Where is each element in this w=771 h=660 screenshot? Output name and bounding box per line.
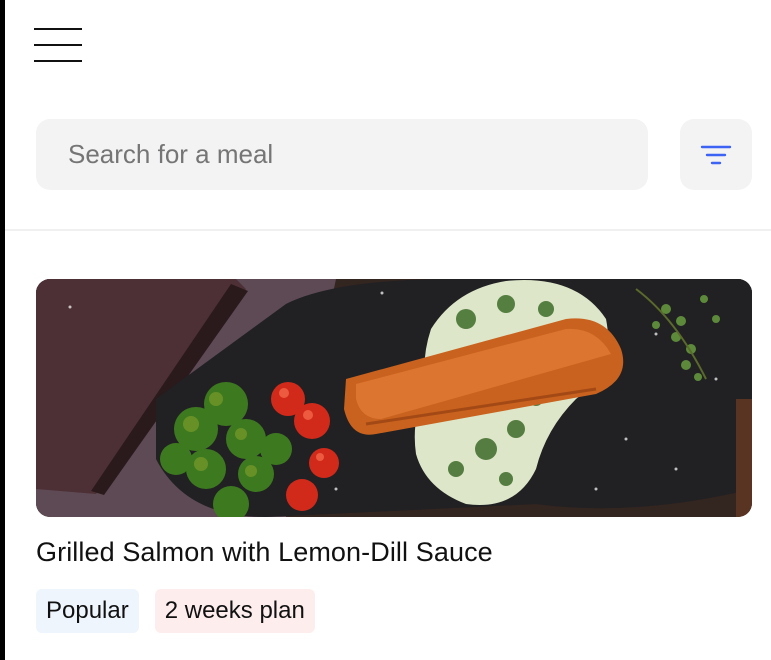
hamburger-menu-icon[interactable] xyxy=(34,28,82,64)
tag-popular: Popular xyxy=(36,589,139,633)
filter-button[interactable] xyxy=(680,119,752,190)
left-edge-bar xyxy=(0,0,5,660)
menu-line xyxy=(34,60,82,62)
tag-plan: 2 weeks plan xyxy=(154,589,315,633)
meal-card[interactable]: Grilled Salmon with Lemon-Dill Sauce Pop… xyxy=(36,279,752,660)
search-input[interactable] xyxy=(68,139,648,170)
divider xyxy=(5,229,771,231)
menu-line xyxy=(34,44,82,46)
meal-image[interactable] xyxy=(36,279,752,517)
menu-line xyxy=(34,28,82,30)
meal-title: Grilled Salmon with Lemon-Dill Sauce xyxy=(36,537,493,567)
search-bar[interactable] xyxy=(36,119,648,190)
filter-icon xyxy=(700,145,732,164)
meal-tags: Popular 2 weeks plan xyxy=(36,589,315,633)
